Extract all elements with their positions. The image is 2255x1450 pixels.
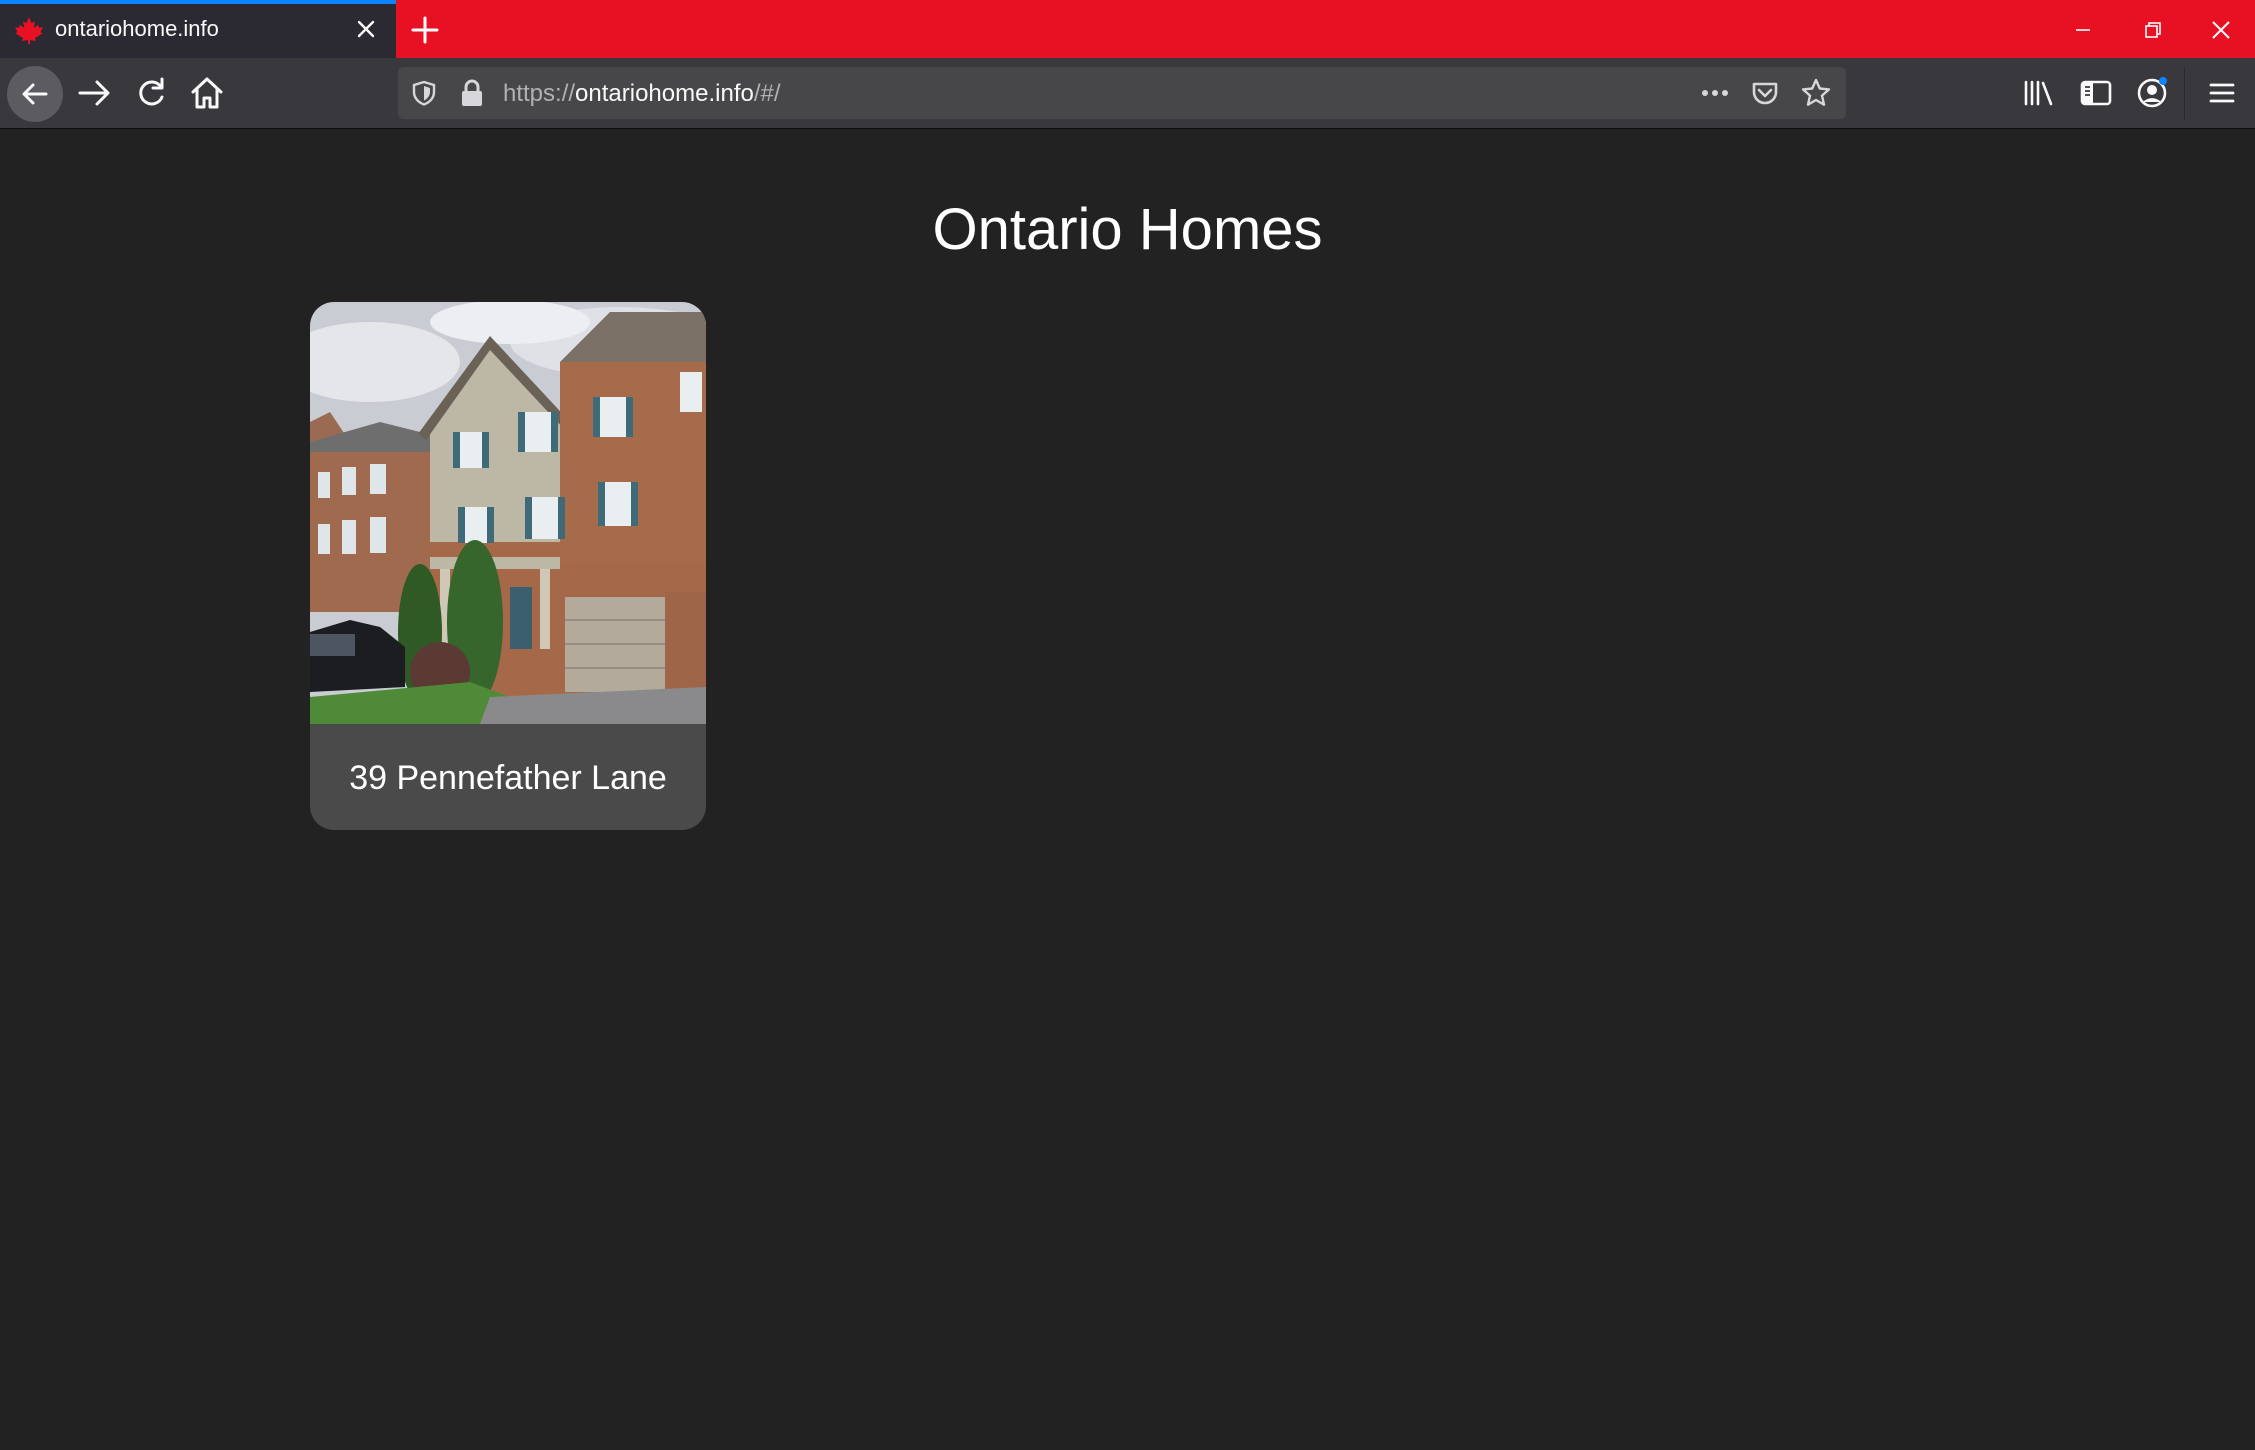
page-title: Ontario Homes <box>932 197 1323 262</box>
home-address[interactable]: 39 Pennefather Lane <box>310 754 706 802</box>
shield-icon[interactable] <box>410 79 438 107</box>
url-host: ontariohome.info <box>575 80 754 107</box>
reload-icon[interactable] <box>131 73 171 113</box>
back-arrow-icon <box>22 83 48 105</box>
more-icon[interactable] <box>1698 79 1732 107</box>
url-text[interactable]: https://ontariohome.info/#/ <box>503 80 781 108</box>
account-icon[interactable] <box>2133 74 2171 112</box>
url-path: /#/ <box>753 80 781 107</box>
tab-loading-indicator <box>0 0 396 4</box>
menu-icon[interactable] <box>2203 74 2241 112</box>
tab-active[interactable]: ontariohome.info <box>0 0 396 58</box>
navigation-toolbar: https://ontariohome.info/#/ <box>0 58 2255 129</box>
toolbar-separator <box>2184 68 2185 120</box>
close-icon[interactable] <box>352 15 380 43</box>
url-scheme: https:// <box>503 80 576 107</box>
home-card[interactable]: 39 Pennefather Lane <box>310 302 706 830</box>
restore-icon[interactable] <box>2136 13 2170 47</box>
sidebar-icon[interactable] <box>2077 74 2115 112</box>
tab-strip: ontariohome.info <box>0 0 2255 58</box>
close-icon[interactable] <box>2204 13 2238 47</box>
back-button[interactable] <box>7 66 63 122</box>
tab-title: ontariohome.info <box>55 16 219 41</box>
lock-icon[interactable] <box>458 78 486 108</box>
pocket-icon[interactable] <box>1750 78 1780 108</box>
star-icon[interactable] <box>1800 77 1832 109</box>
minimize-icon[interactable] <box>2066 13 2100 47</box>
url-bar[interactable]: https://ontariohome.info/#/ <box>398 67 1846 119</box>
maple-leaf-icon <box>15 17 43 44</box>
library-icon[interactable] <box>2020 74 2058 112</box>
home-icon[interactable] <box>187 73 227 113</box>
forward-arrow-icon[interactable] <box>74 73 114 113</box>
townhouse-photo[interactable] <box>310 302 706 724</box>
plus-icon[interactable] <box>408 13 442 47</box>
